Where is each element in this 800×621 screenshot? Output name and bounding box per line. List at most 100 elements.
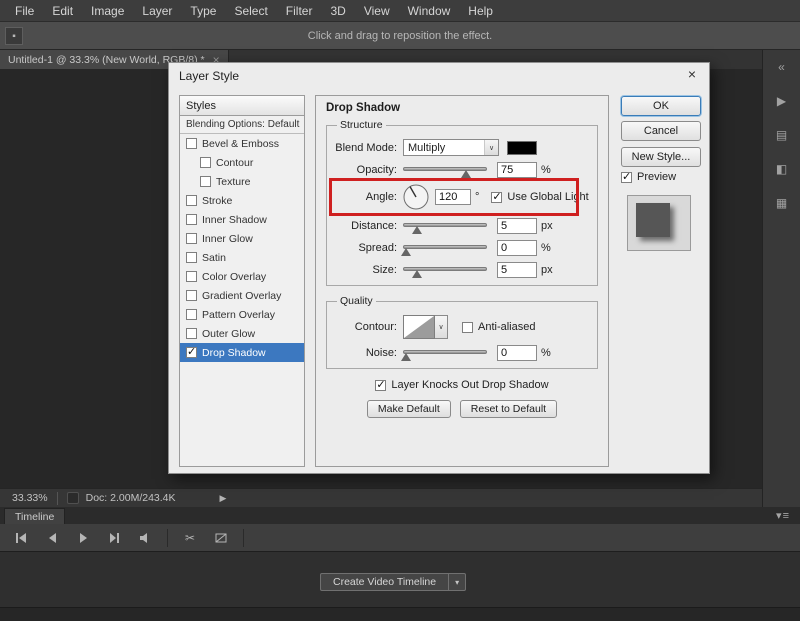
style-item-color-overlay[interactable]: Color Overlay <box>180 267 304 286</box>
style-item-bevel-emboss[interactable]: Bevel & Emboss <box>180 134 304 153</box>
distance-row: Distance: px <box>335 216 589 235</box>
create-timeline-dropdown-icon[interactable]: ▾ <box>449 573 467 591</box>
size-input[interactable] <box>497 261 537 278</box>
menu-image[interactable]: Image <box>82 1 133 21</box>
menu-bar: File Edit Image Layer Type Select Filter… <box>0 0 800 22</box>
checkbox[interactable] <box>200 176 211 187</box>
use-global-light-checkbox[interactable] <box>491 190 503 203</box>
anti-aliased-label: Anti-aliased <box>478 321 536 333</box>
noise-input[interactable] <box>497 344 537 361</box>
size-slider[interactable] <box>403 263 487 278</box>
noise-unit: % <box>541 346 551 359</box>
previous-frame-icon[interactable] <box>43 530 61 546</box>
ok-button[interactable]: OK <box>621 96 701 116</box>
style-item-outer-glow[interactable]: Outer Glow <box>180 324 304 343</box>
opacity-input[interactable] <box>497 161 537 178</box>
create-video-timeline-button[interactable]: Create Video Timeline <box>320 573 450 591</box>
make-default-button[interactable]: Make Default <box>366 400 451 418</box>
slider-thumb[interactable] <box>412 269 423 278</box>
style-item-pattern-overlay[interactable]: Pattern Overlay <box>180 305 304 324</box>
structure-legend: Structure <box>340 119 383 131</box>
checkbox[interactable] <box>186 271 197 282</box>
checkbox[interactable] <box>186 252 197 263</box>
tool-hint-text: Click and drag to reposition the effect. <box>307 29 493 42</box>
checkbox[interactable] <box>186 138 197 149</box>
checkbox[interactable] <box>186 233 197 244</box>
next-frame-icon[interactable] <box>105 530 123 546</box>
styles-panel-header[interactable]: Styles <box>180 96 304 116</box>
style-item-satin[interactable]: Satin <box>180 248 304 267</box>
go-to-first-frame-icon[interactable] <box>12 530 30 546</box>
effect-section-title: Drop Shadow <box>326 102 401 114</box>
style-item-stroke[interactable]: Stroke <box>180 191 304 210</box>
checkbox[interactable] <box>186 290 197 301</box>
checkbox[interactable] <box>186 309 197 320</box>
collapsed-panel-icon-2[interactable]: ◧ <box>772 160 792 178</box>
menu-type[interactable]: Type <box>181 1 225 21</box>
distance-input[interactable] <box>497 217 537 234</box>
slider-thumb[interactable] <box>412 225 423 234</box>
menu-3d[interactable]: 3D <box>321 1 354 21</box>
style-item-inner-shadow[interactable]: Inner Shadow <box>180 210 304 229</box>
split-clip-scissors-icon[interactable]: ✂ <box>181 530 199 546</box>
menu-file[interactable]: File <box>6 1 43 21</box>
blend-mode-select[interactable]: Multiply ∨ <box>403 139 499 156</box>
quality-legend: Quality <box>340 295 373 307</box>
style-item-inner-glow[interactable]: Inner Glow <box>180 229 304 248</box>
distance-label: Distance: <box>351 219 397 232</box>
contour-dropdown-icon[interactable]: ∨ <box>435 315 448 339</box>
new-style-button[interactable]: New Style... <box>621 147 701 167</box>
layer-knocks-out-checkbox[interactable] <box>375 378 387 391</box>
menu-edit[interactable]: Edit <box>43 1 82 21</box>
slider-thumb[interactable] <box>461 169 471 178</box>
transition-icon[interactable] <box>212 530 230 546</box>
mute-audio-icon[interactable] <box>136 530 154 546</box>
structure-group: Structure Blend Mode: Multiply ∨ Opacity… <box>326 119 598 286</box>
anti-aliased-checkbox[interactable] <box>462 321 473 333</box>
distance-slider[interactable] <box>403 219 487 234</box>
menu-window[interactable]: Window <box>399 1 460 21</box>
menu-select[interactable]: Select <box>225 1 276 21</box>
timeline-panel-menu-icon[interactable]: ▾≡ <box>776 509 790 522</box>
contour-picker[interactable] <box>403 315 435 339</box>
slider-thumb[interactable] <box>400 247 411 256</box>
menu-view[interactable]: View <box>355 1 399 21</box>
slider-thumb[interactable] <box>400 352 411 361</box>
angle-input[interactable] <box>435 189 471 205</box>
shadow-color-swatch[interactable] <box>507 140 537 155</box>
spread-input[interactable] <box>497 239 537 256</box>
angle-dial[interactable] <box>403 184 429 210</box>
checkbox[interactable] <box>200 157 211 168</box>
preview-checkbox[interactable] <box>621 170 632 183</box>
timeline-tab[interactable]: Timeline <box>4 508 66 524</box>
style-item-contour[interactable]: Contour <box>180 153 304 172</box>
status-popup-arrow-icon[interactable]: ▶ <box>220 493 227 504</box>
style-item-texture[interactable]: Texture <box>180 172 304 191</box>
noise-slider[interactable] <box>400 346 487 361</box>
zoom-level[interactable]: 33.33% <box>12 492 48 504</box>
styles-blending-options[interactable]: Blending Options: Default <box>180 116 304 134</box>
collapsed-panel-arrow-icon[interactable]: ▶ <box>772 92 792 110</box>
menu-help[interactable]: Help <box>459 1 502 21</box>
menu-layer[interactable]: Layer <box>133 1 181 21</box>
current-tool-icon[interactable]: ▪ <box>5 27 23 45</box>
style-item-drop-shadow[interactable]: Drop Shadow <box>180 343 304 362</box>
dialog-close-icon[interactable]: × <box>684 67 700 83</box>
checkbox[interactable] <box>186 214 197 225</box>
reset-to-default-button[interactable]: Reset to Default <box>459 400 558 418</box>
checkbox[interactable] <box>186 345 197 358</box>
checkbox[interactable] <box>186 328 197 339</box>
opacity-slider[interactable] <box>403 163 487 178</box>
style-item-gradient-overlay[interactable]: Gradient Overlay <box>180 286 304 305</box>
collapsed-panel-icon-1[interactable]: ▤ <box>772 126 792 144</box>
collapsed-panel-icon-3[interactable]: ▦ <box>772 194 792 212</box>
expand-panels-icon[interactable]: « <box>772 58 792 76</box>
opacity-label: Opacity: <box>356 163 397 176</box>
checkbox[interactable] <box>186 195 197 206</box>
play-icon[interactable] <box>74 530 92 546</box>
spread-slider[interactable] <box>400 241 487 256</box>
cancel-button[interactable]: Cancel <box>621 121 701 141</box>
size-label: Size: <box>372 263 397 276</box>
style-item-label: Texture <box>216 175 251 188</box>
menu-filter[interactable]: Filter <box>277 1 322 21</box>
